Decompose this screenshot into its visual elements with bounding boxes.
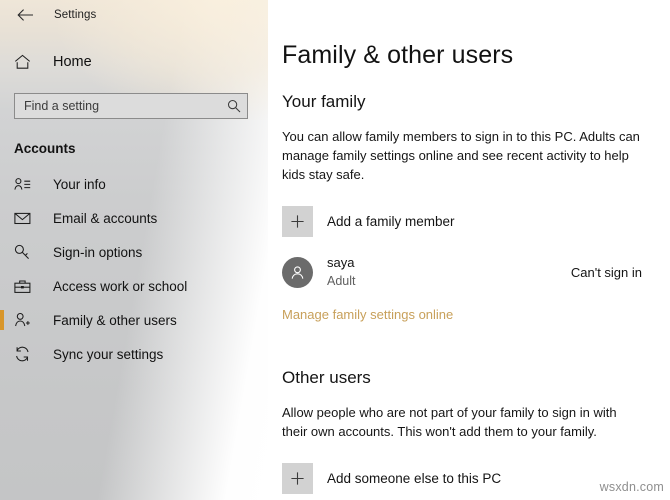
other-users-heading: Other users xyxy=(282,368,644,388)
search-box[interactable] xyxy=(14,93,248,119)
search-input[interactable] xyxy=(15,94,221,118)
sidebar-item-sync-settings-label: Sync your settings xyxy=(53,347,163,362)
sidebar-item-signin-options-label: Sign-in options xyxy=(53,245,142,260)
user-info-icon xyxy=(14,177,36,192)
search-icon[interactable] xyxy=(221,99,247,113)
sidebar-nav-list: Your info Email & accounts xyxy=(0,167,268,371)
main-content: Family & other users Your family You can… xyxy=(268,0,670,500)
page-title: Family & other users xyxy=(282,41,644,70)
family-member-status: Can't sign in xyxy=(571,265,644,280)
section-spacer xyxy=(282,324,644,346)
sidebar-item-signin-options[interactable]: Sign-in options xyxy=(0,235,268,269)
family-member-info: saya Adult xyxy=(327,255,561,289)
add-someone-else-button[interactable]: Add someone else to this PC xyxy=(282,463,644,494)
selection-indicator xyxy=(0,310,4,330)
plus-icon xyxy=(282,206,313,237)
plus-icon xyxy=(282,463,313,494)
sidebar-item-your-info-label: Your info xyxy=(53,177,106,192)
add-someone-else-label: Add someone else to this PC xyxy=(327,471,501,486)
title-bar: Settings xyxy=(0,0,268,30)
back-arrow-icon[interactable] xyxy=(14,4,36,26)
manage-family-settings-link[interactable]: Manage family settings online xyxy=(282,307,453,322)
user-add-icon xyxy=(14,312,36,328)
sidebar-item-sync-settings[interactable]: Sync your settings xyxy=(0,337,268,371)
sidebar-item-family-other-users[interactable]: Family & other users xyxy=(0,303,268,337)
family-member-row[interactable]: saya Adult Can't sign in xyxy=(282,255,644,289)
sidebar-item-your-info[interactable]: Your info xyxy=(0,167,268,201)
add-family-member-button[interactable]: Add a family member xyxy=(282,206,644,237)
person-avatar-icon xyxy=(282,257,313,288)
home-icon xyxy=(14,54,36,70)
family-member-name: saya xyxy=(327,255,561,270)
sidebar-item-email-accounts-label: Email & accounts xyxy=(53,211,157,226)
sidebar-item-access-work-school[interactable]: Access work or school xyxy=(0,269,268,303)
sidebar-section-header: Accounts xyxy=(14,141,268,156)
your-family-heading: Your family xyxy=(282,92,644,112)
watermark: wsxdn.com xyxy=(600,480,664,494)
other-users-description: Allow people who are not part of your fa… xyxy=(282,403,642,441)
add-family-member-label: Add a family member xyxy=(327,214,455,229)
settings-window: Settings Home Accounts xyxy=(0,0,670,500)
sidebar-item-email-accounts[interactable]: Email & accounts xyxy=(0,201,268,235)
your-family-description: You can allow family members to sign in … xyxy=(282,127,642,184)
sync-icon xyxy=(14,346,36,362)
key-icon xyxy=(14,244,36,260)
sidebar-item-home-label: Home xyxy=(53,54,92,70)
envelope-icon xyxy=(14,211,36,225)
sidebar-item-family-other-users-label: Family & other users xyxy=(53,313,177,328)
sidebar-item-access-work-school-label: Access work or school xyxy=(53,279,187,294)
briefcase-icon xyxy=(14,279,36,294)
family-member-role: Adult xyxy=(327,273,561,289)
sidebar-item-home[interactable]: Home xyxy=(0,45,268,79)
sidebar: Settings Home Accounts xyxy=(0,0,268,500)
app-title: Settings xyxy=(54,9,96,21)
